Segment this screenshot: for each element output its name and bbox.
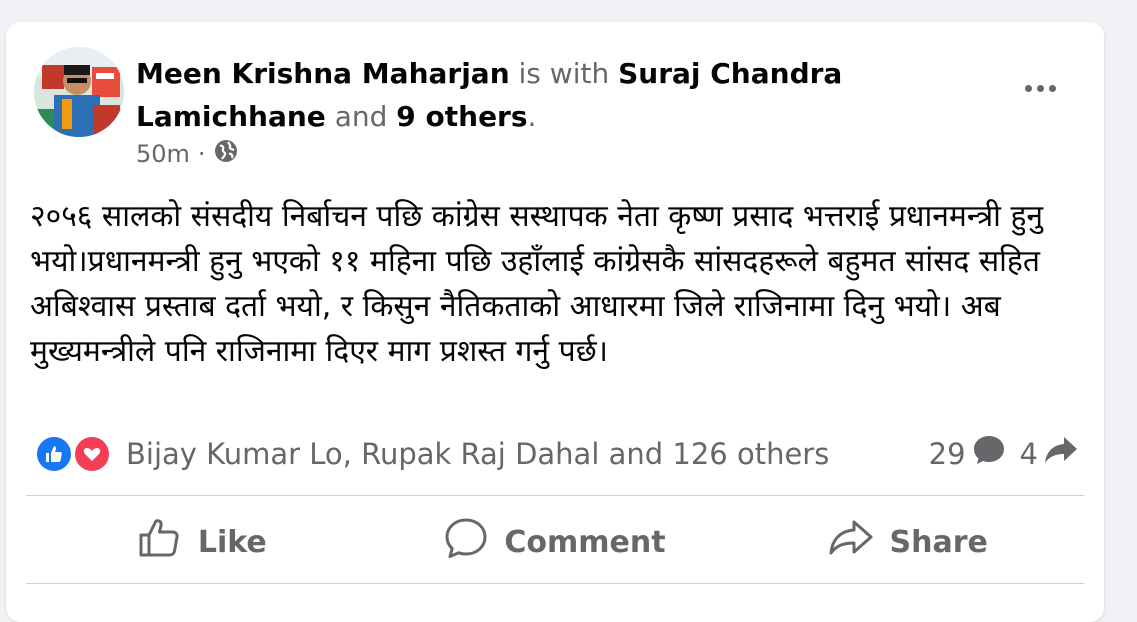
- share-arrow-icon: [1044, 435, 1078, 472]
- share-count-value: 4: [1019, 436, 1038, 471]
- action-bar: Like Comment Share: [26, 514, 1084, 570]
- comment-count[interactable]: 29: [929, 434, 1006, 473]
- period: .: [527, 100, 537, 133]
- with-text: is with: [509, 57, 619, 90]
- globe-icon: [214, 139, 238, 169]
- thumbs-up-icon: [138, 517, 182, 567]
- reaction-names[interactable]: Bijay Kumar Lo, Rupak Raj Dahal and 126 …: [126, 437, 829, 471]
- more-options-icon[interactable]: [1016, 74, 1064, 102]
- comment-button[interactable]: Comment: [379, 514, 732, 570]
- divider: [26, 583, 1084, 584]
- share-button[interactable]: Share: [731, 514, 1084, 570]
- like-reaction-icon: [34, 434, 74, 474]
- share-icon: [828, 518, 874, 566]
- comment-icon: [444, 517, 488, 567]
- post-meta: 50m ·: [136, 139, 238, 169]
- share-label: Share: [889, 524, 988, 560]
- meta-separator: ·: [197, 140, 206, 168]
- post-card: Meen Krishna Maharjan is with Suraj Chan…: [6, 22, 1104, 622]
- others-link[interactable]: 9 others: [396, 100, 527, 133]
- post-header: Meen Krishna Maharjan is with Suraj Chan…: [136, 52, 896, 138]
- post-time[interactable]: 50m: [136, 140, 190, 168]
- post-body: २०५६ सालको संसदीय निर्बाचन पछि कांग्रेस …: [30, 199, 1044, 369]
- like-label: Like: [197, 524, 267, 560]
- and-text: and: [325, 100, 397, 133]
- engagement-counts: 29 4: [929, 434, 1078, 473]
- love-reaction-icon: [72, 434, 112, 474]
- divider: [26, 495, 1084, 496]
- avatar[interactable]: [34, 47, 124, 137]
- comment-bubble-icon: [972, 434, 1006, 473]
- reactions-summary[interactable]: Bijay Kumar Lo, Rupak Raj Dahal and 126 …: [34, 434, 829, 474]
- author-name[interactable]: Meen Krishna Maharjan: [136, 57, 510, 90]
- comment-label: Comment: [504, 524, 666, 560]
- reaction-icons: [34, 434, 118, 474]
- like-button[interactable]: Like: [26, 514, 379, 570]
- share-count[interactable]: 4: [1020, 435, 1078, 472]
- comment-count-value: 29: [928, 436, 966, 471]
